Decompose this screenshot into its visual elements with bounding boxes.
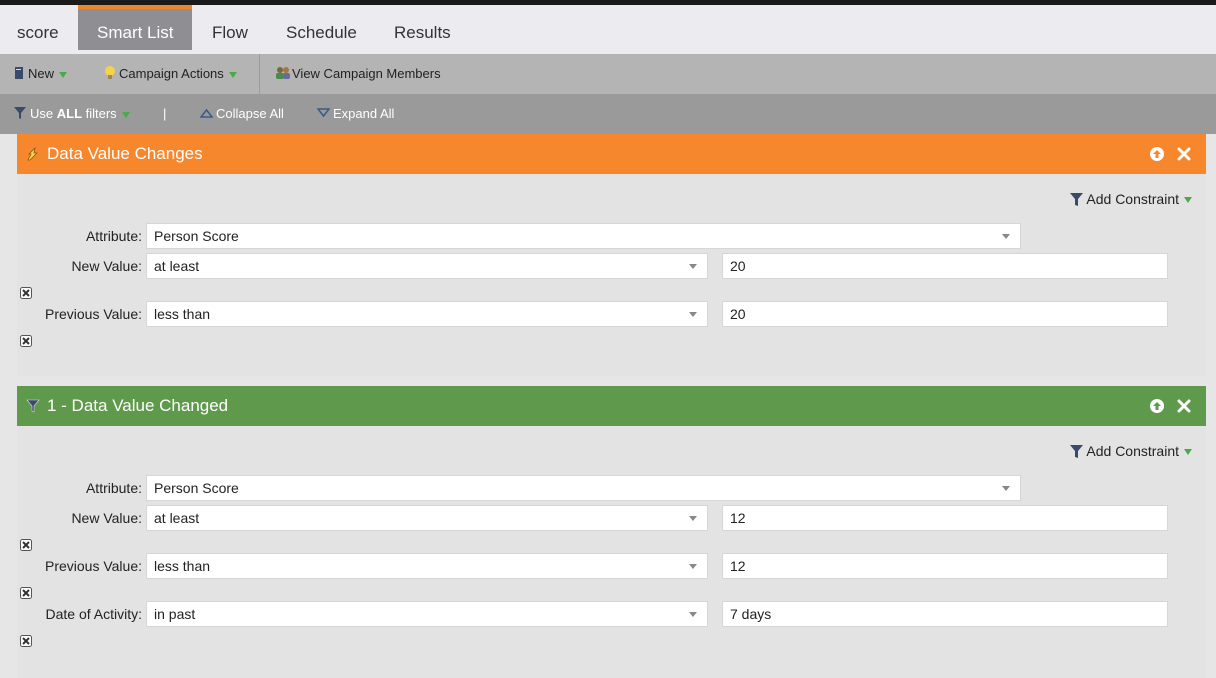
- campaign-actions-button[interactable]: Campaign Actions: [104, 54, 237, 94]
- use-suffix: filters: [82, 106, 117, 121]
- attribute-label: Attribute:: [85, 480, 142, 496]
- remove-constraint-icon[interactable]: [20, 539, 32, 551]
- trigger-header[interactable]: Data Value Changes: [17, 134, 1206, 174]
- caret-down-icon: [689, 516, 697, 521]
- move-up-icon[interactable]: [1149, 146, 1165, 162]
- previous-value-label: Previous Value:: [44, 558, 142, 574]
- previous-value-input[interactable]: 20: [722, 301, 1168, 327]
- caret-down-icon: [689, 264, 697, 269]
- remove-constraint-icon[interactable]: [20, 587, 32, 599]
- new-value-label: New Value:: [71, 510, 142, 526]
- funnel-icon: [14, 107, 26, 119]
- tab-smart-list[interactable]: Smart List: [78, 5, 192, 50]
- collapse-all-button[interactable]: Collapse All: [199, 94, 284, 134]
- operator-value: less than: [154, 306, 211, 322]
- close-icon[interactable]: [1176, 146, 1192, 162]
- trigger-bolt-icon: [27, 147, 38, 161]
- chevron-down-icon: [59, 71, 68, 78]
- use-all-filters-button[interactable]: Use ALL filters: [13, 94, 130, 134]
- operator-value: in past: [154, 606, 196, 622]
- trigger-panel-data-value-changes: Data Value Changes Add Constraint Attrib…: [17, 134, 1206, 376]
- people-icon: [276, 67, 290, 79]
- expand-all-label: Expand All: [333, 106, 395, 121]
- collapse-all-label: Collapse All: [216, 106, 284, 121]
- close-icon[interactable]: [1176, 398, 1192, 414]
- tab-score[interactable]: score: [17, 5, 59, 54]
- filter-panel-data-value-changed: 1 - Data Value Changed Add Constraint At…: [17, 386, 1206, 678]
- expand-all-button[interactable]: Expand All: [316, 94, 395, 134]
- tab-bar: score Smart List Flow Schedule Results: [0, 5, 1216, 54]
- view-campaign-members-label: View Campaign Members: [292, 66, 441, 81]
- new-button[interactable]: New: [14, 54, 68, 94]
- new-value-input[interactable]: 20: [722, 253, 1168, 279]
- add-constraint-label: Add Constraint: [1086, 191, 1179, 207]
- attribute-label: Attribute:: [85, 228, 142, 244]
- funnel-icon: [26, 399, 40, 413]
- lightbulb-icon: [105, 66, 115, 79]
- chevron-down-icon: [121, 111, 130, 118]
- new-value-input[interactable]: 12: [722, 505, 1168, 531]
- caret-down-icon: [1002, 486, 1010, 491]
- collapse-icon: [199, 108, 214, 118]
- operator-value: at least: [154, 510, 200, 526]
- chevron-down-icon: [1184, 197, 1192, 204]
- attribute-value: Person Score: [154, 480, 239, 496]
- previous-value-operator-select[interactable]: less than: [146, 301, 708, 327]
- expand-icon: [316, 108, 331, 118]
- campaign-actions-label: Campaign Actions: [119, 66, 224, 81]
- remove-constraint-icon[interactable]: [20, 635, 32, 647]
- previous-value-label: Previous Value:: [44, 306, 142, 322]
- filter-toolbar: Use ALL filters | Collapse All Expand Al…: [0, 94, 1216, 134]
- action-toolbar: New Campaign Actions View Campaign Membe…: [0, 54, 1216, 94]
- date-of-activity-input[interactable]: 7 days: [722, 601, 1168, 627]
- operator-value: less than: [154, 558, 211, 574]
- caret-down-icon: [1002, 234, 1010, 239]
- add-constraint-button[interactable]: Add Constraint: [1069, 441, 1192, 461]
- chevron-down-icon: [1184, 449, 1192, 456]
- new-value-operator-select[interactable]: at least: [146, 505, 708, 531]
- date-of-activity-label: Date of Activity:: [45, 606, 142, 622]
- attribute-select[interactable]: Person Score: [146, 475, 1021, 501]
- remove-constraint-icon[interactable]: [20, 287, 32, 299]
- new-label: New: [28, 66, 55, 81]
- tab-flow[interactable]: Flow: [212, 5, 248, 54]
- caret-down-icon: [689, 564, 697, 569]
- operator-value: at least: [154, 258, 200, 274]
- previous-value-input[interactable]: 12: [722, 553, 1168, 579]
- tab-results[interactable]: Results: [394, 5, 451, 54]
- document-icon: [15, 67, 23, 79]
- use-prefix: Use: [30, 106, 57, 121]
- attribute-select[interactable]: Person Score: [146, 223, 1021, 249]
- date-of-activity-operator-select[interactable]: in past: [146, 601, 708, 627]
- previous-value-operator-select[interactable]: less than: [146, 553, 708, 579]
- new-value-label: New Value:: [71, 258, 142, 274]
- funnel-icon: [1070, 445, 1084, 458]
- attribute-value: Person Score: [154, 228, 239, 244]
- filter-title: 1 - Data Value Changed: [47, 396, 229, 415]
- use-all-emphasis: ALL: [56, 106, 83, 121]
- add-constraint-label: Add Constraint: [1086, 443, 1179, 459]
- funnel-icon: [1070, 193, 1084, 206]
- move-up-icon[interactable]: [1149, 398, 1165, 414]
- add-constraint-button[interactable]: Add Constraint: [1069, 189, 1192, 209]
- toolbar-divider: [259, 54, 260, 94]
- remove-constraint-icon[interactable]: [20, 335, 32, 347]
- chevron-down-icon: [228, 71, 237, 78]
- caret-down-icon: [689, 312, 697, 317]
- new-value-operator-select[interactable]: at least: [146, 253, 708, 279]
- filter-toolbar-divider: |: [163, 106, 167, 121]
- trigger-title: Data Value Changes: [47, 144, 203, 163]
- filter-header[interactable]: 1 - Data Value Changed: [17, 386, 1206, 426]
- tab-schedule[interactable]: Schedule: [286, 5, 357, 54]
- caret-down-icon: [689, 612, 697, 617]
- view-campaign-members-button[interactable]: View Campaign Members: [275, 54, 441, 94]
